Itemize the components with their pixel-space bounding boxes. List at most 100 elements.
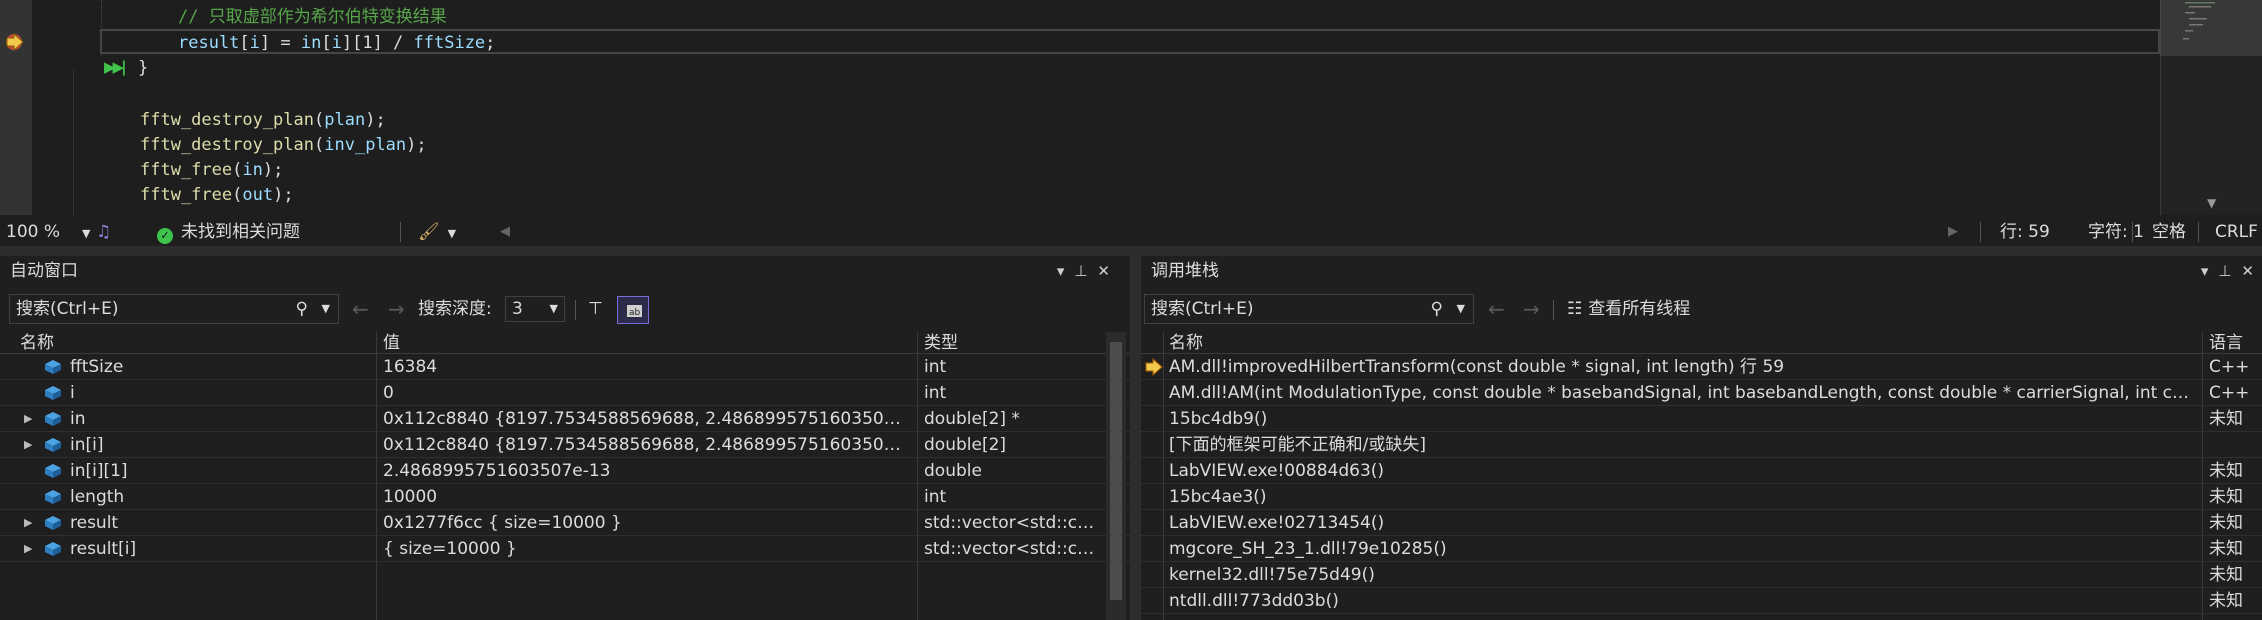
threads-icon: ☷	[1567, 299, 1583, 319]
stack-frame-row[interactable]: LabVIEW.exe!00884d63() 未知	[1141, 458, 2262, 484]
minimap-viewport-slider[interactable]	[2160, 0, 2262, 56]
callstack-search-input[interactable]: 搜索(Ctrl+E) ⚲ ▼	[1144, 294, 1474, 324]
close-icon[interactable]: ✕	[1097, 262, 1120, 280]
expand-arrow-icon[interactable]: ▶	[24, 432, 32, 458]
vertical-pane-splitter[interactable]	[1130, 246, 1141, 620]
callstack-title: 调用堆栈	[1141, 256, 2262, 286]
window-menu-icon[interactable]: ▾	[1057, 262, 1075, 280]
variable-value[interactable]: 0x112c8840 {8197.7534588569688, 2.486899…	[383, 406, 911, 432]
variable-value[interactable]: 16384	[383, 354, 911, 380]
autos-search-input[interactable]: 搜索(Ctrl+E) ⚲ ▼	[9, 294, 339, 324]
stack-frame-row[interactable]: [下面的框架可能不正确和/或缺失]	[1141, 432, 2262, 458]
variable-value[interactable]: 0x1277f6cc { size=10000 }	[383, 510, 911, 536]
column-header-language[interactable]: 语言	[2209, 332, 2243, 354]
table-row[interactable]: length 10000 int	[0, 484, 1130, 510]
close-icon[interactable]: ✕	[2241, 262, 2262, 280]
column-header-name[interactable]: 名称	[20, 332, 54, 354]
zoom-dropdown-icon[interactable]: ▼	[82, 227, 90, 240]
variable-value[interactable]: 10000	[383, 484, 911, 510]
table-row[interactable]: fftSize 16384 int	[0, 354, 1130, 380]
table-row[interactable]: i 0 int	[0, 380, 1130, 406]
table-row[interactable]: ▶ result[i] { size=10000 } std::vector<std:…	[0, 536, 1130, 562]
frame-name: [下面的框架可能不正确和/或缺失]	[1169, 435, 1426, 455]
stack-frame-row[interactable]: ntdll.dll!773dd03b() 未知	[1141, 588, 2262, 614]
frame-language: C++	[2209, 357, 2250, 377]
table-row[interactable]: ▶ result 0x1277f6cc { size=10000 } std::vec…	[0, 510, 1130, 536]
autos-scrollbar[interactable]	[1106, 332, 1126, 620]
expand-arrow-icon[interactable]: ▶	[24, 406, 32, 432]
variable-value[interactable]: { size=10000 }	[383, 536, 911, 562]
pin-icon[interactable]: ⊥	[1074, 262, 1097, 280]
callstack-window-controls: ▾⊥✕	[2201, 256, 2262, 286]
frame-name: mgcore_SH_23_1.dll!79e10285()	[1169, 539, 1447, 559]
svg-text:ab: ab	[629, 308, 641, 318]
chevron-down-icon[interactable]: ▼	[322, 295, 330, 323]
zoom-level[interactable]: 100 % ▼	[6, 219, 90, 245]
variable-name: in	[70, 409, 86, 429]
stack-frame-row[interactable]: AM.dll!improvedHilbertTransform(const do…	[1141, 354, 2262, 380]
scroll-left-icon[interactable]: ◀	[500, 219, 510, 245]
copilot-icon[interactable]: ♫	[96, 219, 111, 245]
expand-arrow-icon[interactable]: ▶	[24, 536, 32, 562]
visual-studio-debugger: ▶▶| // 只取虚部作为希尔伯特变换结果 result[i] = in[i][…	[0, 0, 2262, 620]
stack-frame-row[interactable]: 15bc4db9() 未知	[1141, 406, 2262, 432]
current-statement-arrow-icon	[6, 33, 24, 51]
scroll-down-icon[interactable]: ▼	[2207, 196, 2216, 210]
stack-frame-row[interactable]: LabVIEW.exe!02713454() 未知	[1141, 510, 2262, 536]
char-number[interactable]: 字符: 1	[2088, 219, 2144, 245]
stack-frame-row[interactable]: kernel32.dll!75e75d49() 未知	[1141, 562, 2262, 588]
search-depth-select[interactable]: 3 ▼	[505, 296, 565, 322]
variable-name: result	[70, 513, 119, 533]
issues-text: 未找到相关问题	[181, 222, 300, 242]
code-editor[interactable]: ▶▶| // 只取虚部作为希尔伯特变换结果 result[i] = in[i][…	[0, 0, 2262, 215]
variable-value[interactable]: 2.4868995751603507e-13	[383, 458, 911, 484]
line-ending[interactable]: CRLF	[2215, 219, 2258, 245]
search-back-icon[interactable]: ←	[352, 294, 369, 324]
callstack-rows: AM.dll!improvedHilbertTransform(const do…	[1141, 354, 2262, 614]
column-header-type[interactable]: 类型	[924, 332, 958, 354]
frame-name: 15bc4ae3()	[1169, 487, 1267, 507]
issues-status[interactable]: ✓ 未找到相关问题	[157, 219, 300, 245]
column-header-value[interactable]: 值	[383, 332, 400, 354]
scroll-right-icon[interactable]: ▶	[1948, 219, 1958, 245]
frame-language: 未知	[2209, 539, 2243, 559]
stack-frame-row[interactable]: AM.dll!AM(int ModulationType, const doub…	[1141, 380, 2262, 406]
table-row[interactable]: ▶ in[i] 0x112c8840 {8197.7534588569688, 2.…	[0, 432, 1130, 458]
variable-type: std::vector<std::com...	[924, 513, 1100, 533]
search-forward-icon[interactable]: →	[388, 294, 405, 324]
column-header-name[interactable]: 名称	[1169, 332, 1203, 354]
code-line-free-in: fftw_free(in);	[140, 160, 284, 180]
view-all-threads-button[interactable]: ☷ 查看所有线程	[1567, 294, 1690, 324]
search-back-icon[interactable]: ←	[1488, 294, 1505, 324]
variable-value[interactable]: 0x112c8840 {8197.7534588569688, 2.486899…	[383, 432, 911, 458]
expand-arrow-icon[interactable]: ▶	[24, 510, 32, 536]
search-forward-icon[interactable]: →	[1523, 294, 1540, 324]
variable-icon	[45, 516, 61, 530]
search-icon: ⚲	[295, 299, 308, 319]
frame-language: C++	[2209, 383, 2250, 403]
hex-display-toggle[interactable]: ab	[617, 296, 649, 324]
stack-frame-row[interactable]: 15bc4ae3() 未知	[1141, 484, 2262, 510]
variable-icon	[45, 438, 61, 452]
chevron-down-icon: ▼	[549, 302, 558, 315]
scrollbar-thumb[interactable]	[1110, 342, 1122, 600]
table-row[interactable]: ▶ in 0x112c8840 {8197.7534588569688, 2.486…	[0, 406, 1130, 432]
stack-frame-row[interactable]: mgcore_SH_23_1.dll!79e10285() 未知	[1141, 536, 2262, 562]
line-number[interactable]: 行: 59	[2000, 219, 2050, 245]
code-line-close-brace: }	[138, 58, 149, 78]
variable-type: double[2] *	[924, 409, 1020, 429]
cleanup-brush-icon[interactable]: 🖌 ▼	[418, 219, 456, 245]
frame-language: 未知	[2209, 409, 2243, 429]
run-to-click-icon[interactable]: ▶▶|	[104, 58, 126, 76]
variable-name: in[i][1]	[70, 461, 128, 481]
pin-icon[interactable]: ⊥	[2218, 262, 2241, 280]
indent-mode[interactable]: 空格	[2152, 219, 2186, 245]
autos-rows: fftSize 16384 int i 0 int ▶ in 0x112c8840 {8197.…	[0, 354, 1130, 562]
frame-name: LabVIEW.exe!02713454()	[1169, 513, 1385, 533]
variable-type: double[2]	[924, 435, 1007, 455]
window-menu-icon[interactable]: ▾	[2201, 262, 2219, 280]
chevron-down-icon[interactable]: ▼	[1457, 295, 1465, 323]
pin-to-source-icon[interactable]: ⊤	[588, 294, 603, 324]
variable-value[interactable]: 0	[383, 380, 911, 406]
table-row[interactable]: in[i][1] 2.4868995751603507e-13 double	[0, 458, 1130, 484]
